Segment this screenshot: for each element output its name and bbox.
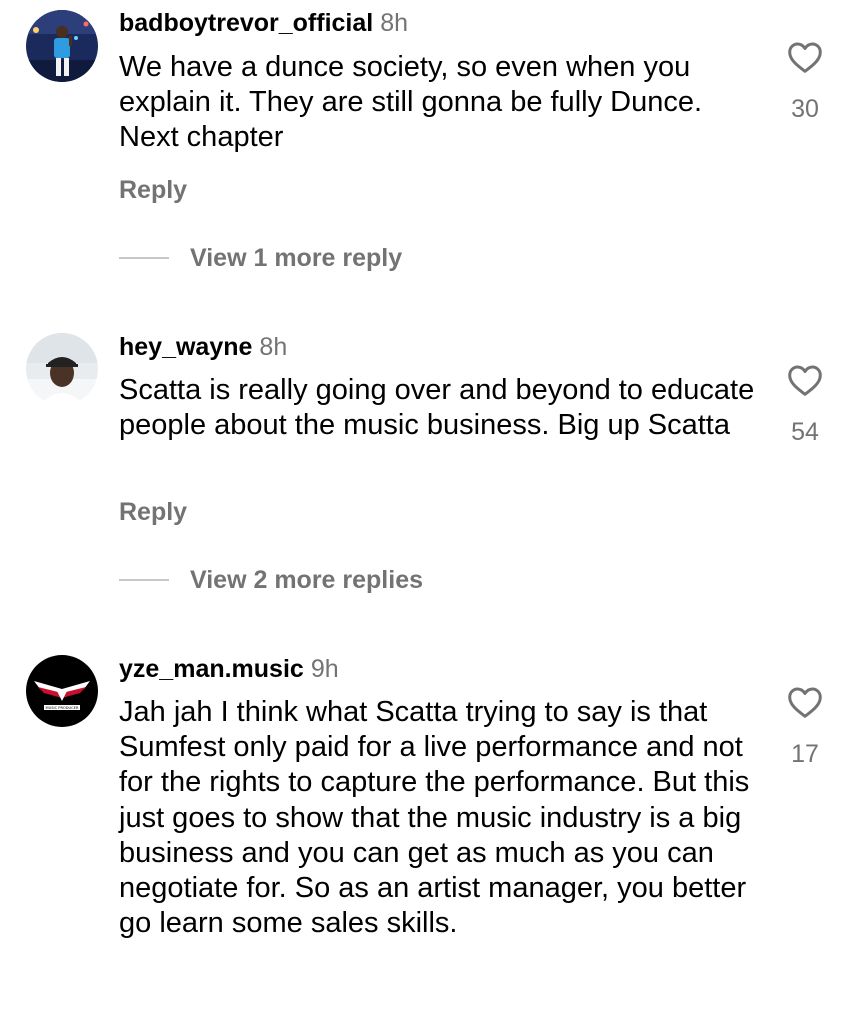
username[interactable]: hey_wayne <box>119 333 252 361</box>
reply-button[interactable]: Reply <box>119 175 187 205</box>
timestamp: 8h <box>380 9 409 37</box>
heart-outline-icon[interactable] <box>787 686 823 719</box>
timestamp: 8h <box>259 333 288 361</box>
divider-line <box>119 579 169 581</box>
comment-header: badboytrevor_official 8h <box>119 8 408 38</box>
avatar[interactable]: MUSIC PRODUCER <box>26 655 98 727</box>
comment-text: Jah jah I think what Scatta trying to sa… <box>119 696 750 940</box>
view-more-replies-label: View 1 more reply <box>190 244 403 272</box>
heart-outline-icon[interactable] <box>787 41 823 74</box>
like-count: 30 <box>791 95 819 123</box>
username[interactable]: badboytrevor_official <box>119 9 373 37</box>
avatar[interactable] <box>26 10 98 82</box>
comment-header: yze_man.music 9h <box>119 654 339 684</box>
avatar[interactable] <box>26 333 98 405</box>
heart-outline-icon[interactable] <box>787 364 823 397</box>
comment-text: We have a dunce society, so even when yo… <box>119 51 703 154</box>
comment-text: Scatta is really going over and beyond t… <box>119 374 755 442</box>
view-more-replies-button[interactable]: View 2 more replies <box>119 565 423 595</box>
timestamp: 9h <box>310 655 339 683</box>
comment-header: hey_wayne 8h <box>119 332 287 362</box>
view-more-replies-label: View 2 more replies <box>190 566 423 594</box>
username[interactable]: yze_man.music <box>119 655 304 683</box>
like-count: 54 <box>791 418 819 446</box>
reply-button[interactable]: Reply <box>119 497 187 527</box>
like-count: 17 <box>791 740 819 768</box>
view-more-replies-button[interactable]: View 1 more reply <box>119 243 402 273</box>
avatar-logo-text: MUSIC PRODUCER <box>46 706 79 710</box>
divider-line <box>119 257 169 259</box>
